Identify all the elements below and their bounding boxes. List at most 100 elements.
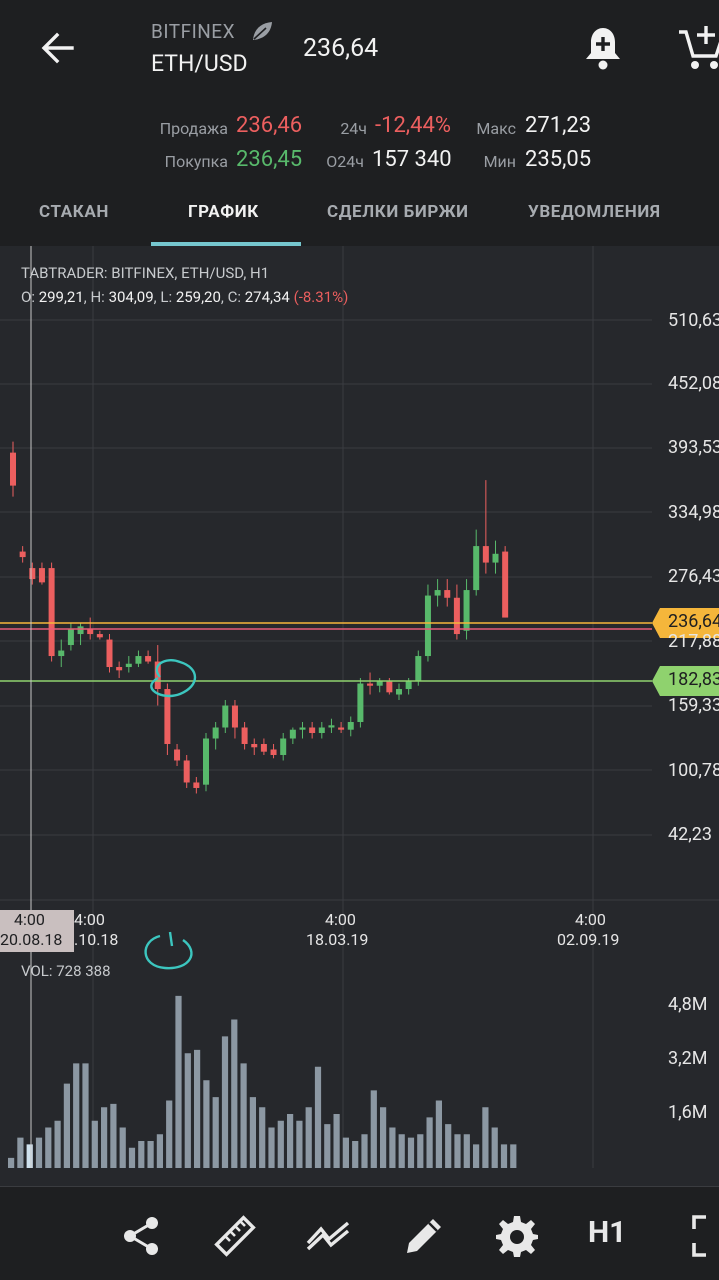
candle-body: [376, 681, 383, 686]
share-icon[interactable]: [118, 1213, 164, 1259]
candle-body: [96, 634, 103, 638]
change-label: 24ч: [340, 119, 367, 138]
add-alert-icon[interactable]: [580, 24, 626, 72]
close-label: C:: [227, 288, 242, 306]
high-label: H:: [90, 288, 105, 306]
volume-bar: [296, 1120, 303, 1168]
candle-body: [174, 749, 181, 761]
time-label: 4:00: [575, 910, 606, 929]
timeframe-button[interactable]: H1: [588, 1215, 626, 1250]
volume-bar: [54, 1120, 61, 1168]
change-value: -12,44%: [375, 113, 451, 138]
candle-body: [10, 452, 16, 486]
pencil-icon[interactable]: [401, 1213, 447, 1259]
candle-body: [251, 743, 258, 748]
exchange-name: BITFINEX: [151, 20, 236, 43]
candles: [10, 441, 509, 794]
candle-body: [299, 727, 306, 730]
volume-bar: [277, 1120, 284, 1168]
current-price-tag-label: 236,64: [668, 611, 719, 632]
candle-body: [183, 760, 190, 783]
candle-body: [309, 727, 316, 734]
volume-bar: [175, 995, 182, 1168]
volume-bar: [166, 1100, 173, 1168]
max-value: 271,23: [525, 113, 592, 138]
volume-bar: [221, 1036, 229, 1168]
gear-icon[interactable]: [494, 1213, 540, 1259]
volume-bar: [17, 1137, 24, 1168]
candle-body: [415, 656, 422, 682]
volume-bar: [156, 1134, 163, 1168]
volume-bar: [324, 1124, 331, 1168]
chart-area[interactable]: TABTRADER: BITFINEX, ETH/USD, H1 O: 299,…: [0, 246, 719, 1186]
volume-value: 157 340: [372, 147, 452, 172]
crosshair-time: 4:00: [14, 910, 45, 929]
volume-bar: [138, 1141, 145, 1168]
ruler-icon[interactable]: [212, 1213, 258, 1259]
volume-label: О24ч: [326, 152, 364, 171]
tab-chart[interactable]: ГРАФИК: [188, 202, 259, 222]
volume-axis-label: 3,2M: [668, 1048, 708, 1069]
open-value: 299,21: [38, 288, 84, 306]
volume-bar: [91, 1120, 98, 1168]
candle-body: [212, 727, 219, 739]
volume-bar: [389, 1127, 396, 1168]
candle-body: [193, 782, 200, 788]
volume-bar: [63, 1083, 70, 1168]
candle-body: [444, 590, 451, 598]
volume-bar: [361, 1134, 368, 1168]
tab-orderbook[interactable]: СТАКАН: [39, 202, 109, 222]
candle-body: [338, 727, 345, 730]
candle-body: [58, 650, 65, 657]
volume-bars: [8, 995, 517, 1168]
tab-bar: СТАКАН ГРАФИК СДЕЛКИ БИРЖИ УВЕДОМЛЕНИЯ: [0, 180, 719, 246]
volume-bar: [26, 1144, 33, 1168]
candlestick-chart[interactable]: [0, 246, 719, 1186]
volume-bar: [473, 1144, 480, 1168]
price-label: 276,43: [668, 566, 719, 587]
tab-trades[interactable]: СДЕЛКИ БИРЖИ: [327, 202, 469, 222]
candle-body: [125, 663, 132, 668]
candle-body: [38, 568, 45, 583]
high-value: 304,09: [108, 288, 154, 306]
volume-bar: [426, 1117, 433, 1168]
candle-body: [29, 568, 36, 580]
volume-bar: [435, 1100, 442, 1168]
candle-body: [328, 725, 335, 728]
volume-bar: [352, 1141, 359, 1168]
price-label: 393,53: [668, 437, 719, 458]
time-label: 4:00: [325, 910, 356, 929]
volume-bar: [128, 1147, 136, 1168]
bottom-toolbar: H1: [0, 1186, 719, 1280]
candle-body: [241, 727, 248, 744]
volume-bar: [500, 1144, 508, 1168]
fullscreen-icon[interactable]: [690, 1213, 719, 1259]
price-label: 217,88: [668, 631, 719, 652]
price-label: 159,33: [668, 695, 719, 716]
tab-notifications[interactable]: УВЕДОМЛЕНИЯ: [528, 202, 661, 222]
indicators-icon[interactable]: [305, 1213, 351, 1259]
candle-body: [424, 595, 431, 657]
volume-axis-label: 4,8M: [668, 994, 708, 1015]
candle-body: [135, 656, 142, 664]
candle-body: [434, 590, 441, 596]
header: BITFINEX ETH/USD 236,64 Продажа 236,46 П…: [0, 0, 719, 246]
candle-body: [222, 705, 229, 728]
volume-bar: [445, 1124, 452, 1168]
volume-bar: [482, 1107, 489, 1168]
candle-body: [231, 705, 238, 728]
volume-bar: [268, 1127, 275, 1168]
add-to-cart-icon[interactable]: [676, 22, 719, 72]
volume-bar: [194, 1049, 201, 1168]
candle-body: [145, 656, 152, 662]
price-label: 334,98: [668, 502, 719, 523]
volume-bar: [305, 1107, 312, 1168]
candle-body: [19, 551, 26, 558]
volume-bar: [333, 1114, 340, 1168]
crosshair-date: 20.08.18: [0, 930, 63, 949]
alert-price-tag-label[interactable]: 182,83: [668, 669, 719, 690]
volume-bar: [380, 1107, 387, 1168]
volume-bar: [240, 1063, 247, 1168]
candle-body: [270, 749, 277, 755]
back-arrow-icon[interactable]: [36, 26, 80, 70]
